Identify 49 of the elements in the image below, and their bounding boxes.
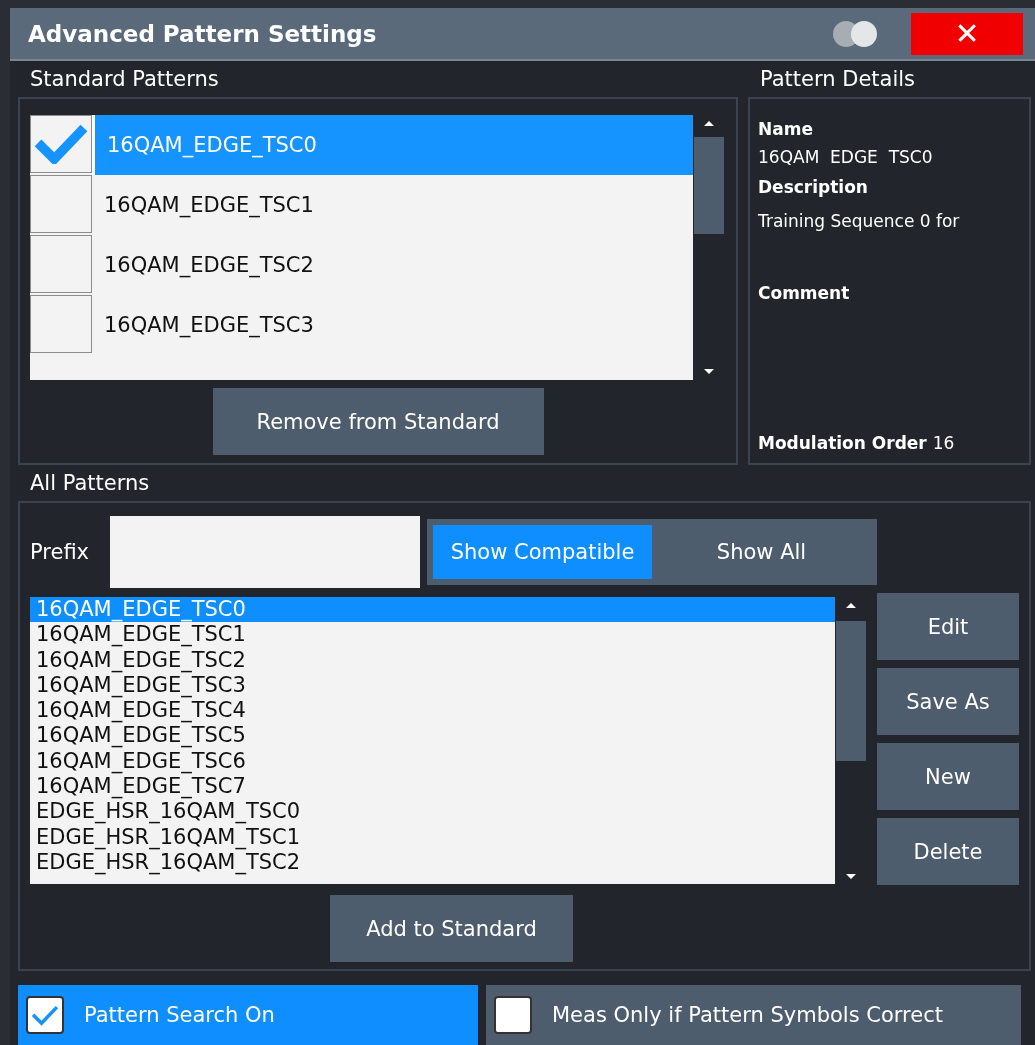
list-item[interactable]: 16QAM_EDGE_TSC1 (92, 175, 693, 235)
list-item[interactable]: 16QAM_EDGE_TSC5 (30, 723, 836, 749)
close-button[interactable]: ✕ (911, 12, 1023, 55)
section-title: All Patterns (29, 470, 151, 497)
checkmark-icon (34, 123, 88, 165)
window-title: Advanced Pattern Settings (28, 20, 378, 47)
action-button[interactable]: Save As (877, 668, 1019, 735)
scroll-up-icon[interactable] (704, 121, 714, 126)
checkbox[interactable] (30, 175, 92, 233)
option-toggle[interactable]: Meas Only if Pattern Symbols Correct (486, 985, 1021, 1045)
checkbox[interactable] (30, 115, 92, 173)
checkbox[interactable] (26, 996, 64, 1034)
checkbox[interactable] (494, 996, 532, 1034)
action-button[interactable]: Delete (877, 818, 1019, 885)
field-label: Comment (758, 283, 851, 303)
scrollbar-thumb[interactable] (694, 136, 724, 234)
scrollbar-thumb[interactable] (836, 621, 867, 761)
field-label: Modulation Order (758, 433, 927, 453)
section-title: Pattern Details (759, 66, 917, 93)
field-value: 16 (932, 433, 955, 453)
add-button[interactable]: Add to Standard (330, 895, 573, 962)
scroll-down-icon[interactable] (704, 369, 714, 374)
checkbox[interactable] (30, 295, 92, 353)
scroll-down-icon[interactable] (846, 874, 857, 879)
list-item[interactable]: EDGE_HSR_16QAM_TSC2 (30, 849, 836, 876)
list-item[interactable]: 16QAM_EDGE_TSC2 (30, 647, 836, 673)
list-item[interactable]: EDGE_HSR_16QAM_TSC1 (30, 824, 836, 850)
prefix-input[interactable] (110, 516, 420, 588)
field-label: Description (758, 177, 869, 197)
field-value: Training Sequence 0 for (758, 211, 961, 231)
action-button[interactable]: New (877, 743, 1019, 810)
section-title: Standard Patterns (29, 66, 220, 93)
list-item[interactable]: 16QAM_EDGE_TSC1 (30, 622, 836, 648)
list-item[interactable]: 16QAM_EDGE_TSC4 (30, 698, 836, 724)
list-item[interactable]: EDGE_HSR_16QAM_TSC0 (30, 799, 836, 825)
action-button[interactable]: Edit (877, 593, 1019, 660)
list-item[interactable]: 16QAM_EDGE_TSC3 (30, 672, 836, 699)
checkmark-icon (31, 1004, 59, 1026)
scroll-up-icon[interactable] (846, 603, 857, 608)
list-item[interactable]: 16QAM_EDGE_TSC7 (30, 774, 836, 800)
field-value: 16QAM EDGE TSC0 (758, 147, 934, 167)
filter-button[interactable]: Show All (652, 525, 871, 579)
list-item[interactable]: 16QAM_EDGE_TSC2 (92, 235, 693, 295)
list-item[interactable]: 16QAM_EDGE_TSC6 (30, 748, 836, 775)
checkbox[interactable] (30, 235, 92, 293)
field-label: Name (758, 119, 814, 139)
remove-button[interactable]: Remove from Standard (212, 388, 544, 455)
list-item[interactable]: 16QAM_EDGE_TSC3 (92, 295, 693, 355)
field-label: Prefix (30, 540, 91, 564)
